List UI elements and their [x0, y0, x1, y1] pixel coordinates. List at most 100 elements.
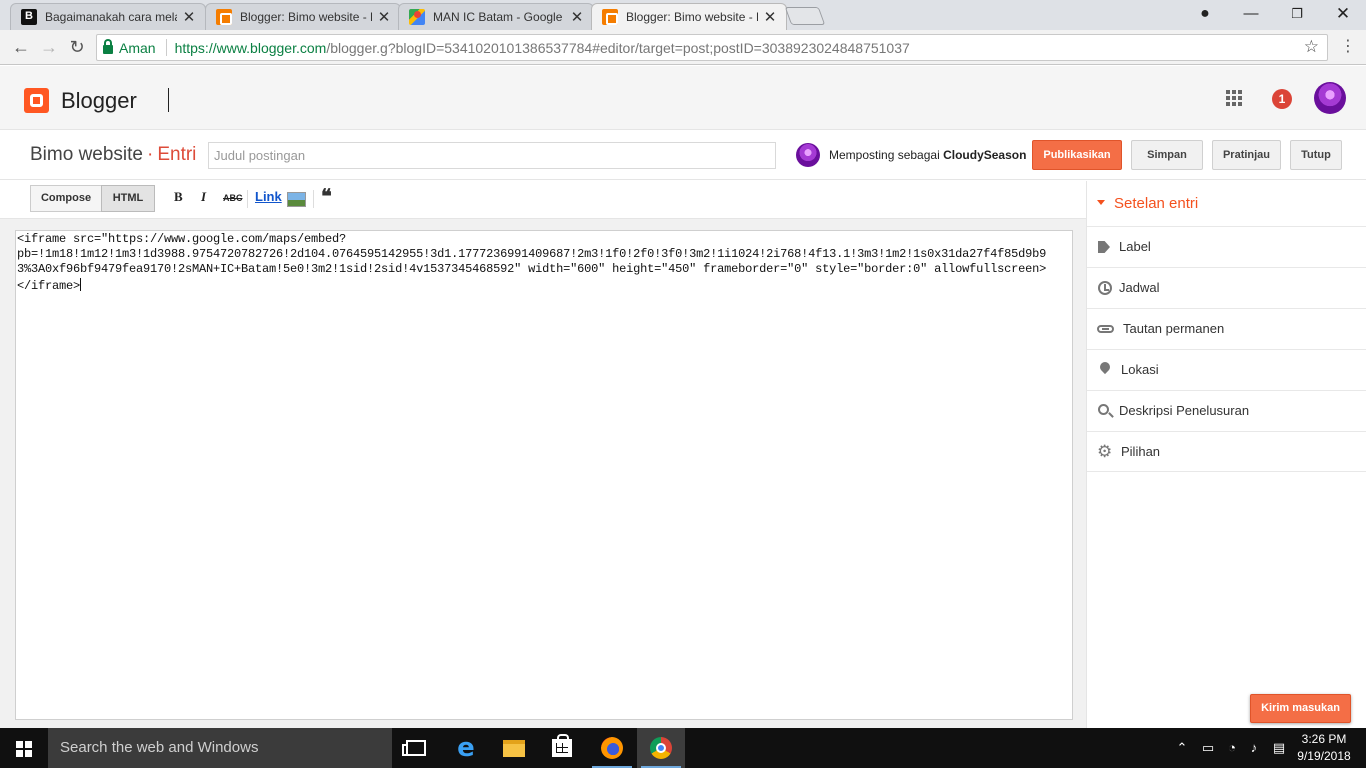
action-center-icon[interactable]: ▤ [1268, 728, 1290, 768]
taskbar-clock[interactable]: 3:26 PM 9/19/2018 [1292, 731, 1356, 765]
taskbar-search-box[interactable]: Search the web and Windows [48, 728, 392, 768]
close-button[interactable]: Tutup [1290, 140, 1342, 170]
app-name[interactable]: Blogger [61, 88, 137, 114]
settings-item-text: Jadwal [1119, 280, 1160, 295]
store-icon [552, 734, 572, 757]
windows-taskbar: Search the web and Windows e ⌃ ▭ ◔ ♪ ▤ 3… [0, 728, 1366, 768]
blogger-logo-icon[interactable] [24, 88, 49, 113]
chrome-icon [650, 737, 672, 759]
blog-name[interactable]: Bimo website [30, 144, 143, 165]
firefox-taskbar-button[interactable] [588, 728, 636, 768]
forward-arrow-icon[interactable]: → [36, 35, 62, 61]
window-close-icon[interactable]: ✕ [1320, 0, 1366, 30]
tab-title: Blogger: Bimo website - E [626, 10, 758, 24]
notification-badge[interactable]: 1 [1272, 89, 1292, 109]
link-button[interactable]: Link [255, 189, 282, 204]
send-feedback-button[interactable]: Kirim masukan [1250, 694, 1351, 723]
blogger-icon [602, 9, 618, 25]
save-button[interactable]: Simpan [1131, 140, 1203, 170]
browser-tab-1[interactable]: Bagaimanakah cara mela ✕ [10, 3, 206, 30]
blogger-header: Blogger [0, 66, 1366, 130]
chrome-taskbar-button[interactable] [637, 728, 685, 768]
compose-mode-button[interactable]: Compose [30, 185, 102, 212]
quote-icon[interactable]: ❝ [321, 184, 332, 209]
volume-icon[interactable]: ♪ [1244, 728, 1264, 768]
reload-icon[interactable]: ↻ [64, 35, 90, 61]
windows-start-icon[interactable] [16, 741, 32, 757]
location-pin-icon [1097, 359, 1113, 375]
profile-icon[interactable]: ● [1182, 0, 1228, 30]
link-icon [1097, 325, 1114, 333]
post-title-bar: Bimo website·Entri Memposting sebagai Cl… [0, 130, 1366, 180]
settings-item-text: Pilihan [1121, 444, 1161, 459]
code-line: 3%3A0xf96bf9479fea9170!2sMAN+IC+Batam!5e… [17, 262, 1047, 277]
browser-tab-4-active[interactable]: Blogger: Bimo website - E ✕ [591, 3, 787, 30]
collapse-caret-icon [1097, 200, 1105, 205]
omnibox-divider [165, 39, 167, 56]
clock-icon [1098, 281, 1112, 295]
new-tab-button[interactable] [784, 7, 826, 25]
preview-button[interactable]: Pratinjau [1212, 140, 1281, 170]
store-taskbar-button[interactable] [538, 728, 586, 768]
html-editor-textarea[interactable]: <iframe src="https://www.google.com/maps… [15, 230, 1073, 720]
close-icon[interactable]: ✕ [762, 8, 778, 26]
html-mode-button[interactable]: HTML [101, 185, 155, 212]
restore-icon[interactable]: ❐ [1274, 0, 1320, 30]
url-path: /blogger.g?blogID=5341020101386537784#ed… [326, 39, 910, 56]
browser-tab-3[interactable]: MAN IC Batam - Google ✕ [398, 3, 594, 30]
tray-chevron-up-icon[interactable]: ⌃ [1172, 728, 1192, 768]
settings-item-permalink[interactable]: Tautan permanen [1087, 308, 1366, 349]
tab-title: MAN IC Batam - Google [433, 10, 563, 24]
post-settings-title: Setelan entri [1114, 195, 1199, 212]
settings-item-label[interactable]: Label [1087, 226, 1366, 267]
minimize-icon[interactable]: — [1228, 0, 1274, 30]
battery-icon[interactable]: ▭ [1197, 728, 1219, 768]
url-host: https://www.blogger.com [174, 39, 327, 56]
tab-title: Blogger: Bimo website - E [240, 10, 372, 24]
clock-date: 9/19/2018 [1297, 749, 1351, 763]
file-explorer-taskbar-button[interactable] [490, 728, 538, 768]
posting-as-prefix: Memposting sebagai [829, 148, 940, 162]
bookmark-star-icon[interactable]: ☆ [1304, 37, 1319, 57]
back-arrow-icon[interactable]: ← [8, 35, 34, 61]
post-settings-panel: Setelan entri Label Jadwal Tautan perman… [1086, 181, 1366, 728]
post-title-input[interactable] [208, 142, 776, 169]
account-avatar[interactable] [1314, 82, 1346, 114]
insert-image-icon[interactable] [287, 192, 306, 207]
browser-tab-2[interactable]: Blogger: Bimo website - E ✕ [205, 3, 401, 30]
apps-grid-icon[interactable] [1226, 90, 1242, 106]
settings-item-text: Deskripsi Penelusuran [1119, 403, 1250, 418]
editor-area: <iframe src="https://www.google.com/maps… [0, 219, 1086, 728]
chrome-menu-icon[interactable]: ⋮ [1340, 36, 1356, 58]
posting-as-label: Memposting sebagai CloudySeason [829, 148, 1026, 162]
edge-icon: e [457, 733, 475, 763]
settings-item-location[interactable]: Lokasi [1087, 349, 1366, 390]
publish-button[interactable]: Publikasikan [1032, 140, 1122, 170]
close-icon[interactable]: ✕ [181, 8, 197, 26]
close-icon[interactable]: ✕ [569, 8, 585, 26]
settings-item-search-description[interactable]: Deskripsi Penelusuran [1087, 390, 1366, 431]
settings-item-options[interactable]: ⚙ Pilihan [1087, 431, 1366, 472]
address-bar[interactable]: Aman https://www.blogger.com/blogger.g?b… [96, 34, 1328, 61]
wifi-icon[interactable]: ◔ [1222, 728, 1242, 768]
settings-item-text: Tautan permanen [1123, 321, 1225, 336]
blogger-icon [216, 9, 232, 25]
gear-icon: ⚙ [1097, 442, 1113, 461]
close-icon[interactable]: ✕ [376, 8, 392, 26]
browser-tab-strip: Bagaimanakah cara mela ✕ Blogger: Bimo w… [0, 0, 1366, 30]
lock-icon [103, 38, 113, 54]
edge-taskbar-button[interactable]: e [442, 728, 490, 768]
strikethrough-button[interactable]: ABC [223, 193, 243, 203]
search-icon [1098, 404, 1109, 415]
browser-toolbar: ← → ↻ Aman https://www.blogger.com/blogg… [0, 30, 1366, 65]
firefox-icon [601, 737, 623, 759]
toolbar-divider [247, 190, 248, 208]
posting-as-user: CloudySeason [943, 148, 1027, 162]
google-maps-icon [409, 9, 425, 25]
task-view-button[interactable] [392, 728, 440, 768]
settings-item-schedule[interactable]: Jadwal [1087, 267, 1366, 308]
post-settings-heading[interactable]: Setelan entri [1097, 195, 1198, 212]
italic-button[interactable]: I [201, 189, 206, 205]
task-view-icon [402, 740, 426, 756]
bold-button[interactable]: B [174, 189, 183, 205]
